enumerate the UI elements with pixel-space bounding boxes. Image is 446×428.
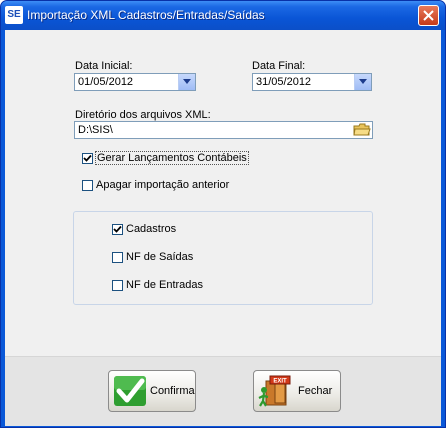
data-inicial-dropdown-button[interactable] (178, 74, 195, 90)
app-icon: SE (5, 6, 23, 24)
data-final-label: Data Final: (252, 60, 306, 72)
browse-folder-button[interactable] (353, 122, 371, 138)
green-check-icon (114, 376, 146, 406)
exit-door-icon: EXIT (258, 375, 291, 407)
chevron-down-icon (183, 79, 191, 84)
nf-entradas-label[interactable]: NF de Entradas (126, 279, 203, 291)
diretorio-value: D:\SIS\ (78, 124, 113, 136)
dialog-window: SE Importação XML Cadastros/Entradas/Saí… (0, 0, 446, 428)
data-final-value: 31/05/2012 (256, 76, 312, 88)
nf-entradas-checkbox[interactable] (112, 280, 123, 291)
window-title: Importação XML Cadastros/Entradas/Saídas (27, 8, 265, 22)
checkmark-icon (113, 225, 122, 233)
fechar-button[interactable]: EXIT Fechar (253, 370, 341, 412)
fechar-label: Fechar (298, 385, 333, 397)
cadastros-checkbox[interactable] (112, 224, 123, 235)
nf-saidas-label[interactable]: NF de Saídas (126, 251, 193, 263)
data-inicial-label: Data Inicial: (75, 60, 133, 72)
nf-saidas-checkbox[interactable] (112, 252, 123, 263)
cadastros-label[interactable]: Cadastros (126, 223, 176, 235)
gerar-lancamentos-checkbox[interactable] (82, 153, 93, 164)
data-final-dropdown-button[interactable] (354, 74, 371, 90)
exit-sign-text: EXIT (273, 379, 287, 385)
confirma-button[interactable]: Confirma (108, 370, 196, 412)
apagar-importacao-checkbox[interactable] (82, 180, 93, 191)
apagar-importacao-label[interactable]: Apagar importação anterior (96, 179, 229, 191)
gerar-lancamentos-label[interactable]: Gerar Lançamentos Contábeis (95, 151, 249, 165)
checkmark-icon (83, 154, 92, 162)
close-button[interactable] (418, 5, 439, 26)
confirma-label: Confirma (150, 385, 195, 397)
button-panel (5, 356, 441, 426)
data-final-picker[interactable]: 31/05/2012 (252, 73, 372, 91)
title-bar[interactable]: SE Importação XML Cadastros/Entradas/Saí… (1, 1, 445, 30)
chevron-down-icon (359, 79, 367, 84)
data-inicial-picker[interactable]: 01/05/2012 (74, 73, 196, 91)
diretorio-label: Diretório dos arquivos XML: (75, 109, 211, 121)
diretorio-input[interactable]: D:\SIS\ (74, 121, 373, 139)
close-icon (423, 10, 434, 21)
data-inicial-value: 01/05/2012 (78, 76, 134, 88)
folder-icon (353, 123, 371, 136)
